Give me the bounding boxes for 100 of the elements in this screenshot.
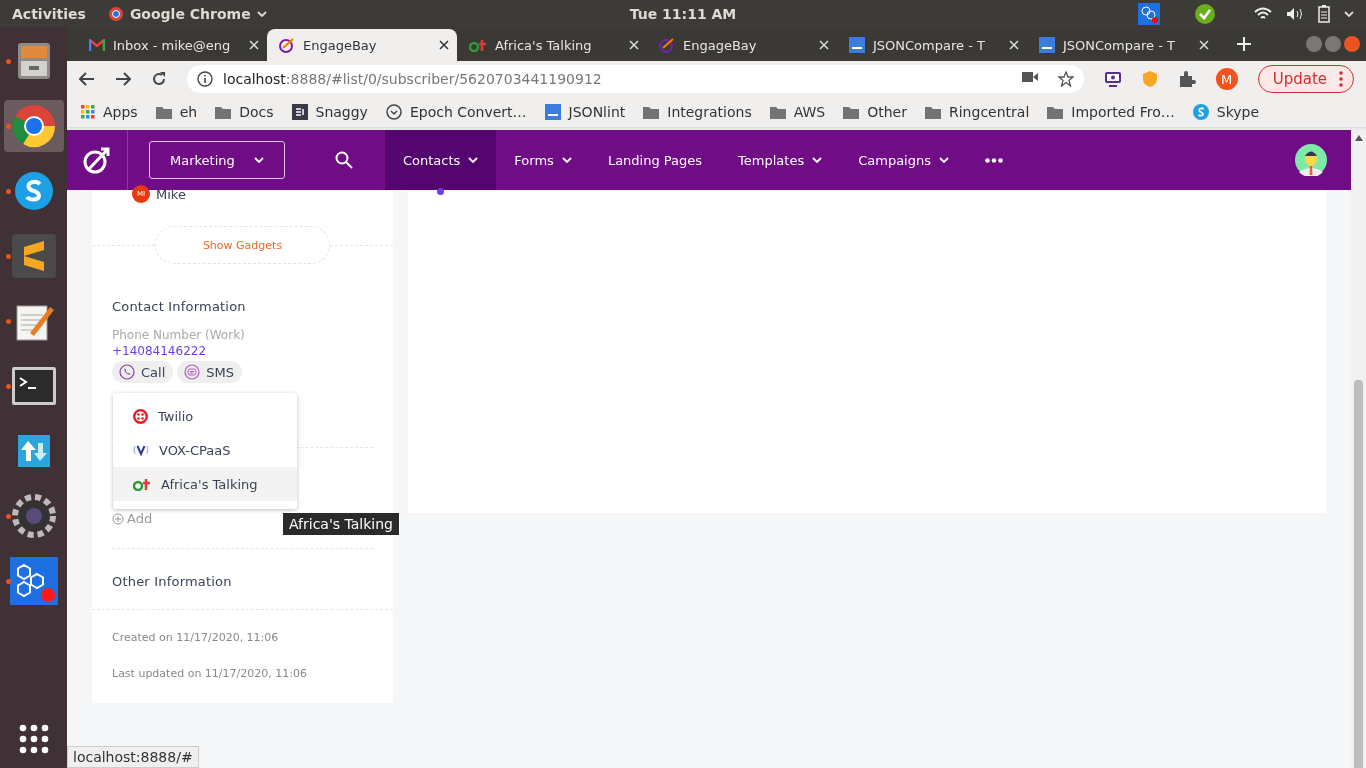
volume-icon[interactable] [1286,6,1304,21]
workspace-dropdown[interactable]: Marketing [149,141,285,179]
bars-icon [469,38,487,52]
sms-button[interactable]: SMS [177,361,242,383]
browser-tab[interactable]: EngageBay [267,29,457,61]
field-label: Phone Number (Work) [112,328,245,342]
camera-icon[interactable] [1021,71,1038,83]
bars-icon [133,477,151,491]
bookmark[interactable]: Integrations [667,104,752,120]
apps-grid-icon[interactable] [18,724,49,754]
more-icon [1339,71,1343,87]
hexagons-icon[interactable] [1138,2,1160,25]
bookmark[interactable]: Ringcentral [949,104,1030,120]
battery-icon[interactable] [1318,4,1330,23]
scrollbar-thumb[interactable] [1354,380,1363,768]
square-logo-icon [291,104,308,120]
document-icon [849,37,865,53]
close-icon[interactable] [439,40,449,50]
close-button[interactable] [1344,36,1360,52]
clock-icon [385,104,402,120]
stripes-icon[interactable] [10,233,57,279]
caret-icon [939,157,949,163]
monitor-icon[interactable] [1103,70,1122,88]
search-icon[interactable] [335,151,353,169]
terminal-icon[interactable] [10,366,57,406]
created-date: Created on 11/17/2020, 11:06 [112,631,279,644]
folder-icon [215,105,232,119]
minimize-button[interactable] [1306,36,1322,52]
logo-icon [659,37,675,53]
phone-link[interactable]: +14084146222 [112,344,207,358]
forward-icon[interactable] [115,72,131,86]
caret-icon [468,157,479,163]
owner-name: Mike [156,186,186,202]
bookmark[interactable]: Epoch Convert… [409,104,527,120]
nav-item[interactable]: Forms [496,130,590,190]
bookmark[interactable]: eh [179,104,198,120]
menu-item[interactable]: Africa's Talking [113,467,297,501]
app-menu[interactable]: Google Chrome [129,5,251,22]
scroll-up-icon[interactable] [1354,135,1363,141]
caret-icon [254,157,264,163]
wifi-icon[interactable] [1254,6,1272,21]
browser-icon [107,5,124,22]
bookmark[interactable]: AWS [793,104,826,120]
hexagons-icon[interactable] [9,557,58,605]
gear-icon[interactable] [10,493,57,539]
bookmark[interactable]: Snaggy [315,104,368,120]
grid-circle-icon [133,408,148,424]
bullet-dot [437,188,444,195]
nav-item[interactable]: Contacts [385,130,497,190]
check-icon[interactable] [1194,2,1216,25]
address-bar[interactable]: localhost:8888/#list/0/subscriber/5620703441190912 [187,65,1084,93]
waves-icon [133,444,149,456]
browser-icon[interactable] [10,103,57,149]
message-icon [184,364,201,380]
browser-tab[interactable]: EngageBay [647,29,837,61]
bookmark[interactable]: Imported Fro… [1071,104,1175,120]
update-button[interactable]: Update [1257,65,1354,93]
new-tab-icon[interactable] [1237,37,1251,51]
nav-item[interactable]: Templates [720,130,841,190]
nav-item[interactable]: Campaigns [840,130,967,190]
info-icon[interactable] [197,71,213,87]
grid-icon [81,105,95,119]
nav-item[interactable]: Landing Pages [589,130,721,190]
browser-tab[interactable]: Africa's Talking [457,29,647,61]
browser-tab[interactable]: JSONCompare - T [1027,29,1217,61]
folder-icon [843,105,860,119]
folder-icon [155,105,172,119]
back-icon[interactable] [79,72,95,86]
section-title: Contact Information [112,299,246,314]
more-icon[interactable] [985,157,1003,163]
menu-item[interactable]: VOX-CPaaS [113,433,297,467]
puzzle-icon[interactable] [1177,70,1196,88]
browser-tab[interactable]: Inbox - mike@eng [77,29,267,61]
phone-icon [119,364,135,380]
plus-circle-icon [112,512,124,525]
bookmark[interactable]: Skype [1216,104,1260,120]
bookmark[interactable]: JSONlint [568,104,626,120]
bookmark[interactable]: Other [867,104,907,120]
mail-icon [89,39,105,51]
call-button[interactable]: Call [112,361,174,383]
menu-item[interactable]: Twilio [113,399,297,433]
bookmark[interactable]: Docs [239,104,274,120]
browser-tab[interactable]: JSONCompare - T [837,29,1027,61]
logo-icon [279,37,295,53]
activities-button[interactable]: Activities [12,5,86,22]
folder-icon [769,105,786,119]
user-avatar[interactable] [1295,144,1327,176]
caret-icon [561,157,572,163]
arrows-icon[interactable] [17,435,50,467]
document-icon [544,104,561,120]
tooltip: Africa's Talking [282,512,400,536]
maximize-button[interactable] [1325,36,1341,52]
bookmark[interactable]: Apps [103,104,138,120]
reload-icon[interactable] [151,71,167,87]
folder-icon [925,105,941,119]
logo-icon[interactable] [82,145,112,175]
folder-icon [1047,105,1064,119]
star-icon[interactable] [1057,71,1074,87]
clock[interactable]: Tue 11:11 AM [629,5,737,22]
status-url: localhost:8888/# [67,746,199,768]
